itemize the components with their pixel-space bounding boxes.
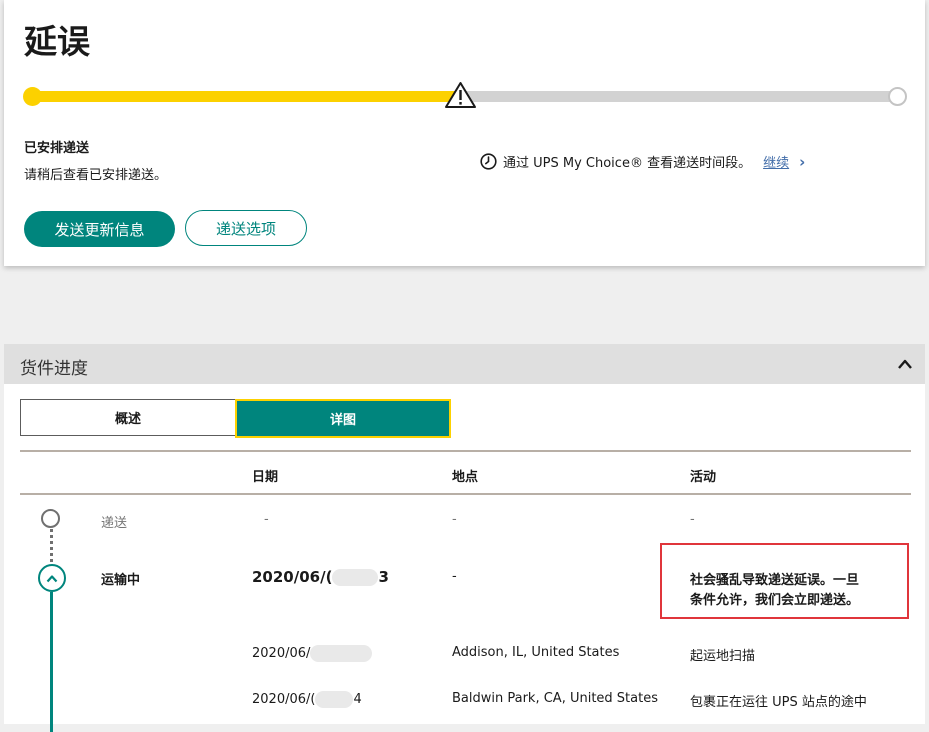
shipment-progress-section: 货件进度 概述 详图 日期 地点 活动 递送 - - - 运输中 2020/06…	[4, 344, 925, 732]
tab-detail[interactable]: 详图	[235, 399, 451, 438]
date-suffix: 4	[353, 692, 362, 707]
table-divider	[20, 493, 911, 495]
date-prefix: 2020/06/(	[252, 568, 333, 586]
warning-icon	[445, 82, 476, 108]
section-header[interactable]: 货件进度	[4, 344, 925, 384]
table-cell-date: 2020/06/( 3	[252, 568, 389, 586]
progress-start-dot	[23, 87, 42, 106]
timeline-node-pending	[41, 509, 60, 528]
table-cell-date: 2020/06/( 4	[252, 691, 362, 708]
timeline-node-active[interactable]	[38, 564, 66, 592]
mychoice-text: 通过 UPS My Choice® 查看递送时间段。	[503, 156, 752, 171]
status-card: 延误 已安排递送 请稍后查看已安排递送。 通过 UPS My Choice® 查…	[4, 0, 925, 266]
table-cell-location: Addison, IL, United States	[452, 645, 620, 660]
timeline-solid-line	[50, 592, 53, 732]
table-cell-date: 2020/06/	[252, 645, 373, 662]
progress-end-dot	[888, 87, 907, 106]
highlight-box	[660, 543, 909, 619]
table-cell-location: -	[452, 569, 457, 584]
status-title: 延误	[24, 22, 90, 61]
chevron-up-icon	[46, 574, 58, 582]
chevron-right-icon[interactable]: ›	[799, 153, 805, 171]
row-status-delivery: 递送	[101, 516, 128, 531]
delivery-options-button[interactable]: 递送选项	[185, 210, 307, 246]
table-divider	[20, 450, 911, 452]
redacted-blur	[315, 691, 354, 708]
column-header-location: 地点	[452, 470, 479, 485]
mychoice-note: 通过 UPS My Choice® 查看递送时间段。 继续 ›	[480, 152, 805, 171]
section-title: 货件进度	[20, 359, 88, 379]
tab-overview[interactable]: 概述	[20, 399, 236, 436]
row-status-in-transit: 运输中	[101, 573, 141, 588]
table-cell-date: -	[264, 512, 269, 527]
chevron-up-icon[interactable]	[897, 358, 913, 370]
date-prefix: 2020/06/	[252, 646, 311, 661]
timeline-dotted-line	[50, 529, 53, 563]
date-suffix: 3	[378, 568, 389, 586]
table-cell-activity: 包裹正在运往 UPS 站点的途中	[690, 695, 867, 710]
table-cell-location: Baldwin Park, CA, United States	[452, 691, 658, 706]
send-updates-button[interactable]: 发送更新信息	[24, 211, 175, 247]
table-cell-activity: 起运地扫描	[690, 649, 756, 664]
continue-link[interactable]: 继续	[763, 152, 789, 171]
scheduled-text: 请稍后查看已安排递送。	[24, 168, 168, 183]
clock-icon	[480, 153, 497, 170]
date-prefix: 2020/06/(	[252, 692, 316, 707]
redacted-blur	[332, 569, 379, 586]
scheduled-heading: 已安排递送	[24, 141, 90, 156]
table-cell-activity: -	[690, 512, 695, 527]
column-header-date: 日期	[252, 470, 279, 485]
progress-fill	[32, 91, 466, 102]
column-header-activity: 活动	[690, 470, 717, 485]
redacted-blur	[310, 645, 373, 662]
table-cell-location: -	[452, 512, 457, 527]
